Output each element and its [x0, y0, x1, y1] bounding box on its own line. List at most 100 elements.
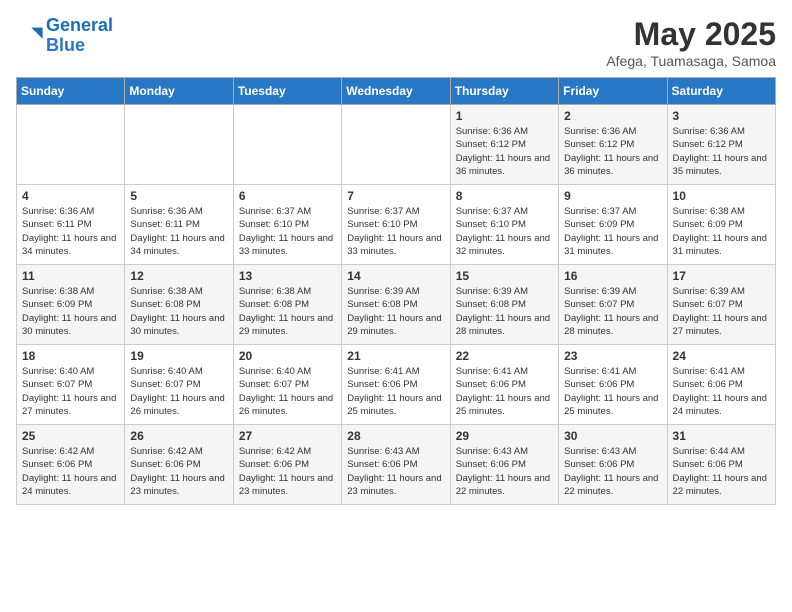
logo-text-line1: General — [46, 16, 113, 36]
day-info: Sunrise: 6:39 AM Sunset: 6:07 PM Dayligh… — [673, 285, 770, 338]
calendar-cell: 18 Sunrise: 6:40 AM Sunset: 6:07 PM Dayli… — [17, 345, 125, 425]
day-number: 13 — [239, 269, 336, 283]
day-number: 4 — [22, 189, 119, 203]
day-number: 30 — [564, 429, 661, 443]
calendar-cell: 15Sunrise: 6:39 AM Sunset: 6:08 PM Dayli… — [450, 265, 558, 345]
day-number: 21 — [347, 349, 444, 363]
calendar-cell: 31Sunrise: 6:44 AM Sunset: 6:06 PM Dayli… — [667, 425, 775, 505]
day-number: 1 — [456, 109, 553, 123]
day-number: 8 — [456, 189, 553, 203]
calendar-subtitle: Afega, Tuamasaga, Samoa — [606, 53, 776, 69]
weekday-header-sunday: Sunday — [17, 78, 125, 105]
day-info: Sunrise: 6:39 AM Sunset: 6:07 PM Dayligh… — [564, 285, 661, 338]
calendar-week-row: 18 Sunrise: 6:40 AM Sunset: 6:07 PM Dayli… — [17, 345, 776, 425]
calendar-cell: 1 Sunrise: 6:36 AM Sunset: 6:12 PM Daylig… — [450, 105, 558, 185]
day-info: Sunrise: 6:36 AM Sunset: 6:11 PM Dayligh… — [130, 205, 227, 258]
day-number: 20 — [239, 349, 336, 363]
day-info: Sunrise: 6:40 AM Sunset: 6:07 PM Dayligh… — [22, 365, 119, 418]
calendar-cell: 22 Sunrise: 6:41 AM Sunset: 6:06 PM Dayli… — [450, 345, 558, 425]
calendar-week-row: 25 Sunrise: 6:42 AM Sunset: 6:06 PM Dayli… — [17, 425, 776, 505]
day-info: Sunrise: 6:37 AM Sunset: 6:09 PM Dayligh… — [564, 205, 661, 258]
calendar-cell: 7Sunrise: 6:37 AM Sunset: 6:10 PM Daylig… — [342, 185, 450, 265]
day-info: Sunrise: 6:37 AM Sunset: 6:10 PM Dayligh… — [456, 205, 553, 258]
day-info: Sunrise: 6:38 AM Sunset: 6:09 PM Dayligh… — [22, 285, 119, 338]
calendar-cell: 23 Sunrise: 6:41 AM Sunset: 6:06 PM Dayli… — [559, 345, 667, 425]
day-info: Sunrise: 6:41 AM Sunset: 6:06 PM Dayligh… — [564, 365, 661, 418]
title-block: May 2025 Afega, Tuamasaga, Samoa — [606, 16, 776, 69]
day-number: 3 — [673, 109, 770, 123]
calendar-cell: 19 Sunrise: 6:40 AM Sunset: 6:07 PM Dayli… — [125, 345, 233, 425]
calendar-cell: 6 Sunrise: 6:37 AM Sunset: 6:10 PM Daylig… — [233, 185, 341, 265]
day-info: Sunrise: 6:36 AM Sunset: 6:12 PM Dayligh… — [456, 125, 553, 178]
day-info: Sunrise: 6:39 AM Sunset: 6:08 PM Dayligh… — [347, 285, 444, 338]
calendar-table: SundayMondayTuesdayWednesdayThursdayFrid… — [16, 77, 776, 505]
calendar-cell: 11 Sunrise: 6:38 AM Sunset: 6:09 PM Dayli… — [17, 265, 125, 345]
day-number: 29 — [456, 429, 553, 443]
day-info: Sunrise: 6:43 AM Sunset: 6:06 PM Dayligh… — [347, 445, 444, 498]
day-info: Sunrise: 6:38 AM Sunset: 6:08 PM Dayligh… — [239, 285, 336, 338]
logo: General Blue — [16, 16, 113, 56]
day-number: 28 — [347, 429, 444, 443]
weekday-header-saturday: Saturday — [667, 78, 775, 105]
logo-icon — [16, 22, 44, 50]
calendar-cell — [125, 105, 233, 185]
calendar-cell: 9Sunrise: 6:37 AM Sunset: 6:09 PM Daylig… — [559, 185, 667, 265]
day-number: 17 — [673, 269, 770, 283]
calendar-cell: 16 Sunrise: 6:39 AM Sunset: 6:07 PM Dayli… — [559, 265, 667, 345]
day-info: Sunrise: 6:41 AM Sunset: 6:06 PM Dayligh… — [673, 365, 770, 418]
calendar-cell — [17, 105, 125, 185]
day-number: 19 — [130, 349, 227, 363]
day-info: Sunrise: 6:38 AM Sunset: 6:09 PM Dayligh… — [673, 205, 770, 258]
calendar-cell: 3 Sunrise: 6:36 AM Sunset: 6:12 PM Daylig… — [667, 105, 775, 185]
day-number: 2 — [564, 109, 661, 123]
calendar-cell: 20 Sunrise: 6:40 AM Sunset: 6:07 PM Dayli… — [233, 345, 341, 425]
day-number: 11 — [22, 269, 119, 283]
calendar-cell: 24Sunrise: 6:41 AM Sunset: 6:06 PM Dayli… — [667, 345, 775, 425]
day-info: Sunrise: 6:36 AM Sunset: 6:12 PM Dayligh… — [564, 125, 661, 178]
calendar-cell: 5 Sunrise: 6:36 AM Sunset: 6:11 PM Daylig… — [125, 185, 233, 265]
calendar-cell: 8 Sunrise: 6:37 AM Sunset: 6:10 PM Daylig… — [450, 185, 558, 265]
calendar-cell: 13 Sunrise: 6:38 AM Sunset: 6:08 PM Dayli… — [233, 265, 341, 345]
day-info: Sunrise: 6:44 AM Sunset: 6:06 PM Dayligh… — [673, 445, 770, 498]
calendar-cell: 21 Sunrise: 6:41 AM Sunset: 6:06 PM Dayli… — [342, 345, 450, 425]
calendar-cell: 12Sunrise: 6:38 AM Sunset: 6:08 PM Dayli… — [125, 265, 233, 345]
calendar-cell: 17 Sunrise: 6:39 AM Sunset: 6:07 PM Dayli… — [667, 265, 775, 345]
day-info: Sunrise: 6:40 AM Sunset: 6:07 PM Dayligh… — [130, 365, 227, 418]
weekday-header-monday: Monday — [125, 78, 233, 105]
calendar-cell: 14 Sunrise: 6:39 AM Sunset: 6:08 PM Dayli… — [342, 265, 450, 345]
page-header: General Blue May 2025 Afega, Tuamasaga, … — [16, 16, 776, 69]
weekday-header-row: SundayMondayTuesdayWednesdayThursdayFrid… — [17, 78, 776, 105]
day-info: Sunrise: 6:41 AM Sunset: 6:06 PM Dayligh… — [347, 365, 444, 418]
calendar-cell: 26 Sunrise: 6:42 AM Sunset: 6:06 PM Dayli… — [125, 425, 233, 505]
calendar-title: May 2025 — [606, 16, 776, 53]
day-number: 18 — [22, 349, 119, 363]
day-number: 12 — [130, 269, 227, 283]
day-number: 5 — [130, 189, 227, 203]
day-number: 14 — [347, 269, 444, 283]
day-number: 26 — [130, 429, 227, 443]
day-info: Sunrise: 6:43 AM Sunset: 6:06 PM Dayligh… — [456, 445, 553, 498]
day-info: Sunrise: 6:43 AM Sunset: 6:06 PM Dayligh… — [564, 445, 661, 498]
day-info: Sunrise: 6:37 AM Sunset: 6:10 PM Dayligh… — [239, 205, 336, 258]
day-info: Sunrise: 6:41 AM Sunset: 6:06 PM Dayligh… — [456, 365, 553, 418]
day-number: 7 — [347, 189, 444, 203]
calendar-cell — [233, 105, 341, 185]
weekday-header-friday: Friday — [559, 78, 667, 105]
calendar-cell: 28 Sunrise: 6:43 AM Sunset: 6:06 PM Dayli… — [342, 425, 450, 505]
day-number: 27 — [239, 429, 336, 443]
day-number: 10 — [673, 189, 770, 203]
calendar-cell: 29 Sunrise: 6:43 AM Sunset: 6:06 PM Dayli… — [450, 425, 558, 505]
day-info: Sunrise: 6:40 AM Sunset: 6:07 PM Dayligh… — [239, 365, 336, 418]
day-info: Sunrise: 6:36 AM Sunset: 6:11 PM Dayligh… — [22, 205, 119, 258]
day-number: 25 — [22, 429, 119, 443]
day-number: 16 — [564, 269, 661, 283]
day-info: Sunrise: 6:36 AM Sunset: 6:12 PM Dayligh… — [673, 125, 770, 178]
day-number: 6 — [239, 189, 336, 203]
calendar-week-row: 11 Sunrise: 6:38 AM Sunset: 6:09 PM Dayli… — [17, 265, 776, 345]
day-info: Sunrise: 6:42 AM Sunset: 6:06 PM Dayligh… — [130, 445, 227, 498]
calendar-cell: 2 Sunrise: 6:36 AM Sunset: 6:12 PM Daylig… — [559, 105, 667, 185]
calendar-week-row: 4 Sunrise: 6:36 AM Sunset: 6:11 PM Daylig… — [17, 185, 776, 265]
day-number: 22 — [456, 349, 553, 363]
day-number: 23 — [564, 349, 661, 363]
weekday-header-wednesday: Wednesday — [342, 78, 450, 105]
